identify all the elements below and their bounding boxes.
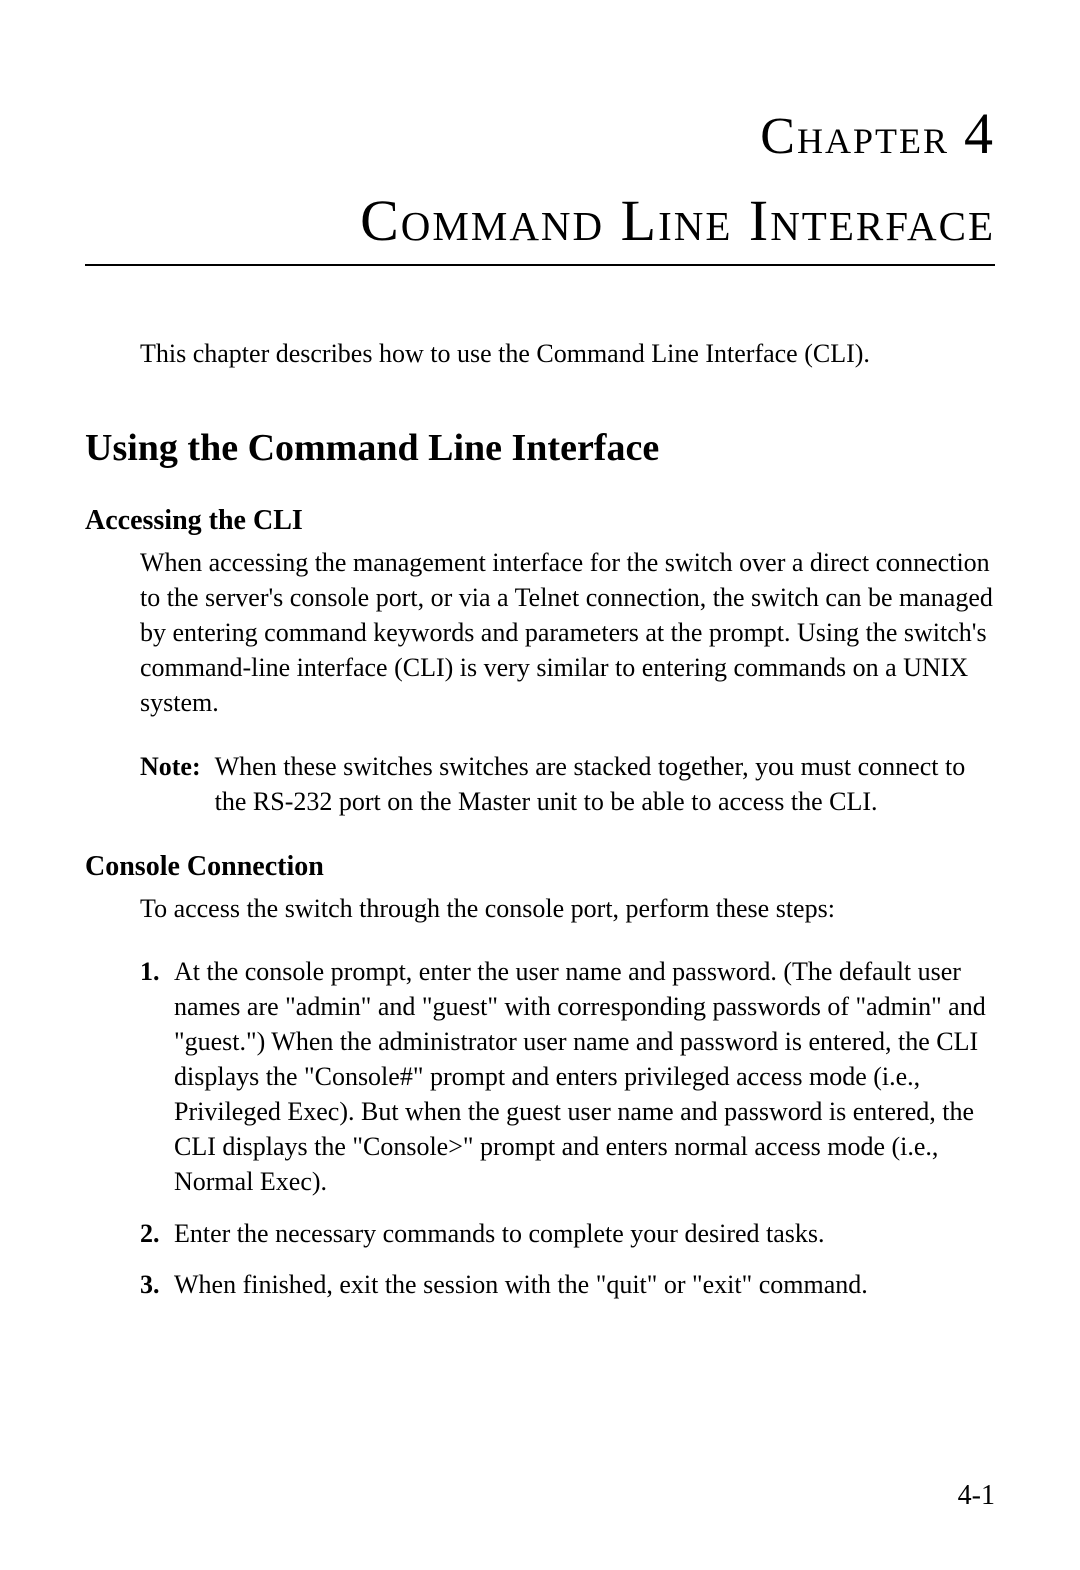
list-item: 3. When finished, exit the session with …: [140, 1267, 995, 1302]
accessing-paragraph: When accessing the management interface …: [140, 545, 995, 720]
list-item: 1. At the console prompt, enter the user…: [140, 954, 995, 1200]
subsection-heading-accessing: Accessing the CLI: [85, 505, 995, 537]
list-content: At the console prompt, enter the user na…: [174, 954, 995, 1200]
title-rule: [85, 264, 995, 266]
subsection-heading-console: Console Connection: [85, 851, 995, 883]
list-number: 3.: [140, 1267, 174, 1302]
chapter-number: 4: [964, 101, 995, 166]
list-content: Enter the necessary commands to complete…: [174, 1216, 995, 1251]
note-label: Note:: [140, 749, 201, 819]
list-item: 2. Enter the necessary commands to compl…: [140, 1216, 995, 1251]
intro-paragraph: This chapter describes how to use the Co…: [140, 336, 995, 371]
note-block: Note: When these switches switches are s…: [140, 749, 995, 819]
note-text: When these switches switches are stacked…: [215, 749, 995, 819]
section-heading: Using the Command Line Interface: [85, 426, 995, 470]
list-number: 1.: [140, 954, 174, 1200]
list-content: When finished, exit the session with the…: [174, 1267, 995, 1302]
chapter-title: Command Line Interface: [85, 187, 995, 264]
console-paragraph: To access the switch through the console…: [140, 891, 995, 926]
chapter-label: Chapter 4: [85, 100, 995, 167]
page-number: 4-1: [958, 1480, 995, 1512]
list-number: 2.: [140, 1216, 174, 1251]
steps-list: 1. At the console prompt, enter the user…: [140, 954, 995, 1302]
chapter-word: Chapter: [760, 108, 949, 165]
